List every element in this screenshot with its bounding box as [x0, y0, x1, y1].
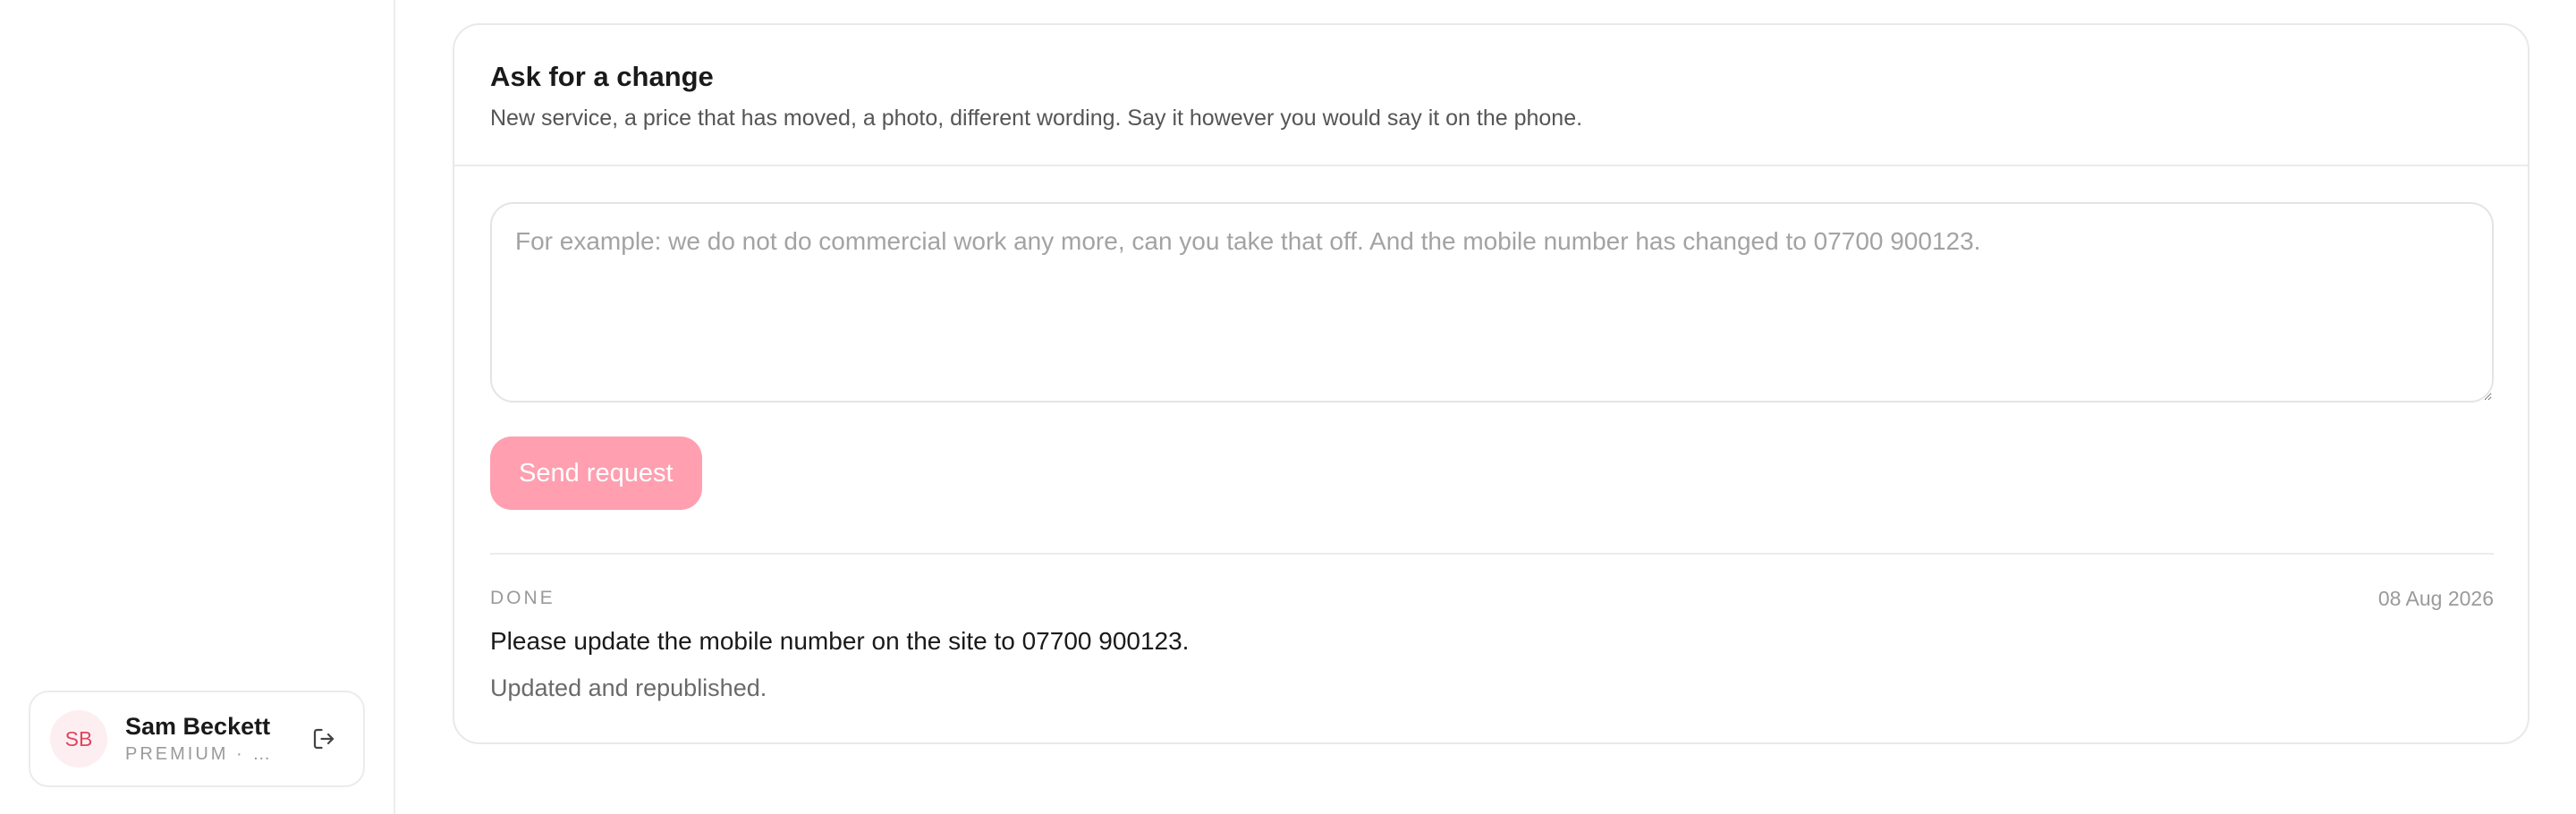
- app: SB Sam Beckett PREMIUM · S… Ask for a ch…: [0, 0, 2576, 814]
- change-request-card: Ask for a change New service, a price th…: [453, 23, 2529, 744]
- sidebar: SB Sam Beckett PREMIUM · S…: [0, 0, 395, 814]
- user-name: Sam Beckett: [125, 713, 271, 740]
- history-response-text: Updated and republished.: [490, 674, 767, 701]
- status-badge: DONE: [490, 588, 555, 608]
- logout-button[interactable]: [304, 719, 343, 759]
- logout-icon: [313, 728, 335, 750]
- user-plan: PREMIUM · S…: [125, 744, 277, 764]
- avatar: SB: [50, 710, 107, 767]
- change-request-input[interactable]: [490, 202, 2494, 403]
- user-card[interactable]: SB Sam Beckett PREMIUM · S…: [29, 691, 365, 787]
- user-info: Sam Beckett PREMIUM · S…: [125, 712, 277, 766]
- send-request-button[interactable]: Send request: [490, 437, 702, 510]
- card-title: Ask for a change: [490, 61, 714, 92]
- history-request-text: Please update the mobile number on the s…: [490, 627, 1190, 655]
- card-body: Send request DONE 08 Aug 2026 Please upd…: [454, 166, 2528, 703]
- history-item: DONE 08 Aug 2026 Please update the mobil…: [490, 555, 2494, 703]
- card-subtitle: New service, a price that has moved, a p…: [490, 106, 1583, 131]
- card-header: Ask for a change New service, a price th…: [454, 25, 2528, 166]
- avatar-initials: SB: [64, 726, 93, 750]
- history-date: 08 Aug 2026: [2377, 587, 2494, 610]
